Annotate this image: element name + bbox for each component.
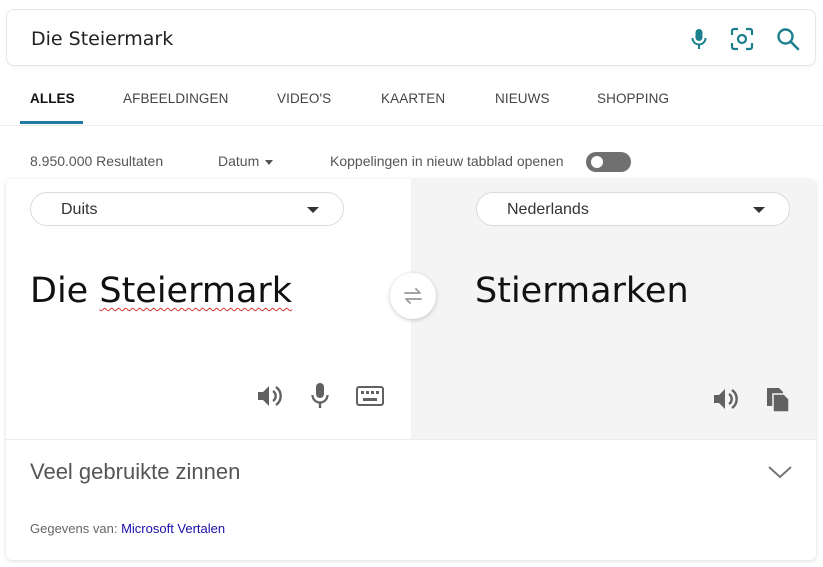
attribution: Gegevens van: Microsoft Vertalen	[30, 521, 225, 536]
result-count: 8.950.000 Resultaten	[30, 153, 164, 169]
source-text-input[interactable]: Die Steiermark	[30, 271, 292, 311]
target-language-label: Nederlands	[507, 201, 589, 218]
tab-news[interactable]: NIEUWS	[495, 91, 550, 106]
dropdown-triangle-icon	[753, 207, 765, 213]
source-language-select[interactable]: Duits	[30, 192, 344, 226]
date-filter-dropdown[interactable]: Datum	[218, 153, 274, 169]
tab-videos[interactable]: VIDEO'S	[277, 91, 331, 106]
source-language-label: Duits	[61, 201, 98, 218]
microphone-icon[interactable]	[686, 26, 712, 52]
visual-search-icon[interactable]	[729, 26, 755, 52]
date-filter-label: Datum	[218, 153, 260, 169]
search-input[interactable]: Die Steiermark	[31, 28, 173, 50]
swap-arrows-icon	[404, 288, 422, 304]
common-phrases-toggle[interactable]: Veel gebruikte zinnen	[30, 459, 240, 485]
microphone-icon[interactable]	[305, 381, 335, 411]
vertical-tabs: ALLES AFBEELDINGEN VIDEO'S KAARTEN NIEUW…	[0, 66, 823, 126]
tab-images[interactable]: AFBEELDINGEN	[123, 91, 228, 106]
keyboard-icon[interactable]	[355, 381, 385, 411]
target-pane: Nederlands Stiermarken	[411, 179, 816, 439]
copy-icon[interactable]	[763, 384, 793, 414]
chevron-down-icon[interactable]	[766, 462, 794, 482]
speaker-icon[interactable]	[255, 381, 285, 411]
new-tab-toggle[interactable]	[586, 152, 631, 172]
tab-maps[interactable]: KAARTEN	[381, 91, 445, 106]
tab-all[interactable]: ALLES	[30, 91, 75, 106]
dropdown-triangle-icon	[307, 207, 319, 213]
active-tab-indicator	[20, 121, 83, 124]
caret-down-icon	[265, 159, 274, 165]
attribution-prefix: Gegevens van:	[30, 521, 118, 536]
translation-output: Stiermarken	[475, 271, 689, 311]
source-pane: Duits Die Steiermark	[6, 179, 411, 439]
speaker-icon[interactable]	[711, 384, 741, 414]
divider	[6, 439, 816, 440]
target-language-select[interactable]: Nederlands	[476, 192, 790, 226]
search-bar: Die Steiermark	[6, 9, 816, 66]
tab-shopping[interactable]: SHOPPING	[597, 91, 669, 106]
source-word-die: Die	[30, 271, 89, 311]
translator-card: Duits Die Steiermark Nederlands Stiermar…	[6, 179, 816, 560]
search-icon[interactable]	[775, 26, 801, 52]
microsoft-translator-link[interactable]: Microsoft Vertalen	[121, 521, 225, 536]
toggle-knob	[591, 156, 603, 168]
source-word-misspelled: Steiermark	[99, 271, 293, 311]
swap-languages-button[interactable]	[390, 273, 436, 319]
new-tab-label: Koppelingen in nieuw tabblad openen	[330, 153, 564, 169]
